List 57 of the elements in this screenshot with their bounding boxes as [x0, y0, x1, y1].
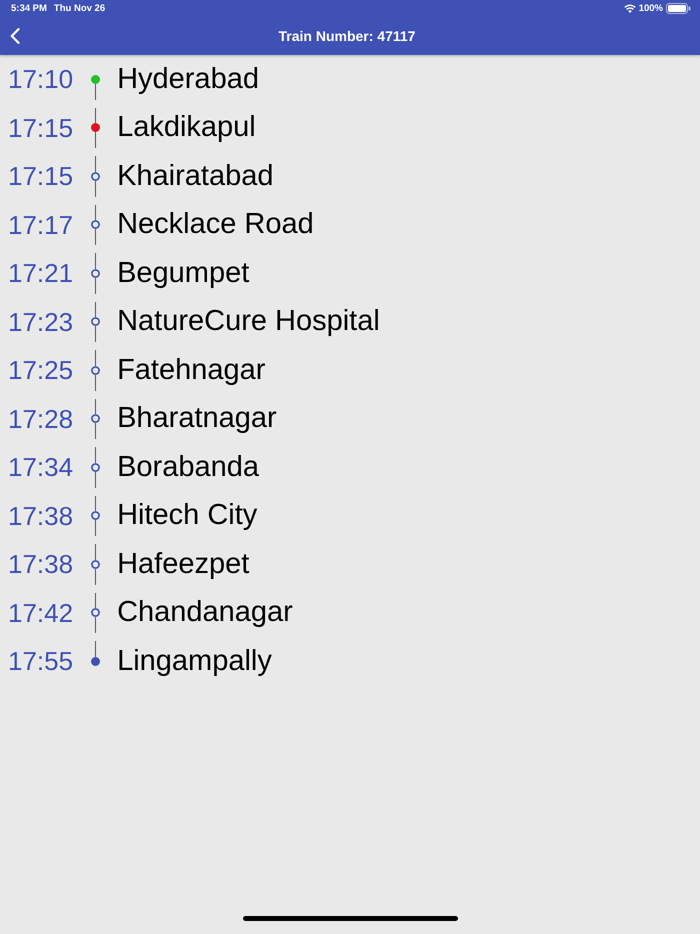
- arrival-time: 17:15: [8, 114, 74, 141]
- chevron-left-icon: [10, 28, 20, 44]
- timeline-segment: [94, 84, 96, 100]
- station-name: Lingampally: [117, 646, 272, 676]
- arrival-time: 17:25: [8, 357, 74, 384]
- arrival-time: 17:23: [8, 308, 74, 335]
- timeline-segment: [94, 398, 96, 414]
- arrival-time: 17:38: [8, 551, 74, 578]
- timeline-segment: [94, 447, 96, 463]
- station-name: Necklace Road: [117, 210, 314, 240]
- timeline-segment: [94, 641, 96, 657]
- timeline-segment: [94, 374, 96, 390]
- station-name: Fatehnagar: [117, 356, 266, 385]
- arrival-time: 17:15: [8, 163, 74, 190]
- page-title: Train Number: 47117: [278, 28, 416, 44]
- arrival-time: 17:42: [8, 600, 74, 626]
- station-name: Begumpet: [117, 258, 250, 288]
- arrival-time: 17:38: [8, 502, 74, 529]
- status-time: 5:34 PM: [11, 3, 47, 14]
- station-name: Hitech City: [117, 501, 258, 530]
- arrival-time: 17:55: [8, 648, 74, 674]
- timeline-segment: [94, 253, 96, 269]
- timeline-segment: [94, 472, 96, 488]
- wifi-icon: [624, 4, 636, 13]
- timeline-segment: [94, 568, 96, 584]
- timeline-segment: [94, 592, 96, 608]
- timeline-segment: [94, 180, 96, 196]
- timeline-segment: [94, 108, 96, 124]
- arrival-time: 17:17: [8, 212, 74, 238]
- arrival-time: 17:34: [8, 454, 74, 480]
- timeline-segment: [94, 278, 96, 294]
- station-name: Hyderabad: [117, 64, 259, 94]
- timeline-segment: [94, 617, 96, 633]
- arrival-time: 17:28: [8, 406, 74, 432]
- timeline-segment: [94, 229, 96, 245]
- status-date: Thu Nov 26: [54, 3, 106, 14]
- battery-percent: 100%: [638, 3, 663, 14]
- battery-icon: [666, 3, 691, 14]
- station-name: Bharatnagar: [117, 404, 277, 434]
- arrival-time: 17:10: [8, 66, 74, 92]
- station-name: Lakdikapul: [117, 113, 256, 142]
- timeline-segment: [94, 496, 96, 512]
- station-name: Chandanagar: [117, 598, 293, 628]
- station-name: Hafeezpet: [117, 550, 250, 579]
- timeline-segment: [94, 132, 96, 148]
- timeline-segment: [94, 423, 96, 439]
- station-name: Borabanda: [117, 452, 259, 482]
- timeline-segment: [94, 326, 96, 342]
- timeline-segment: [94, 520, 96, 536]
- timeline-segment: [94, 302, 96, 318]
- station-name: NatureCure Hospital: [117, 307, 380, 336]
- timeline-segment: [94, 544, 96, 560]
- arrival-time: 17:21: [8, 260, 74, 286]
- timeline-segment: [94, 350, 96, 366]
- timeline-segment: [94, 204, 96, 220]
- station-name: Khairatabad: [117, 162, 274, 191]
- timeline-segment: [94, 156, 96, 172]
